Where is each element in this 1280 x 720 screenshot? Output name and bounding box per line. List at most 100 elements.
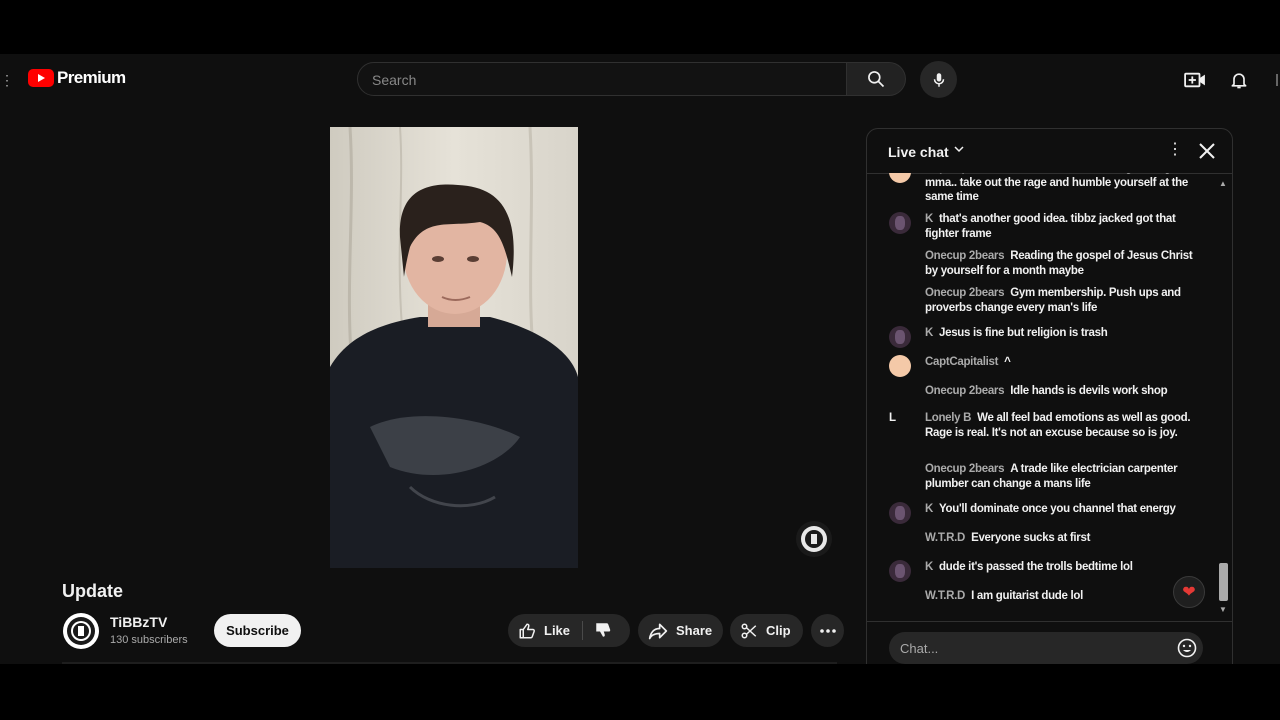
chat-message-text: You'll dominate once you channel that en…	[939, 503, 1176, 515]
chat-message-body: W.T.R.D I am guitarist dude lol	[925, 589, 1207, 604]
chat-message-body: K Jesus is fine but religion is trash	[925, 326, 1207, 341]
chat-author-name[interactable]: K	[925, 327, 933, 339]
subscribe-button[interactable]: Subscribe	[214, 614, 301, 647]
chat-message[interactable]: CaptcapitalistHe could also start doing …	[889, 173, 1207, 205]
search-box[interactable]	[357, 62, 847, 97]
heart-reaction-button[interactable]: ❤	[1173, 576, 1205, 608]
chat-author-avatar[interactable]	[889, 560, 911, 582]
menu-edge-icon[interactable]: ⋮	[0, 73, 14, 87]
chat-message[interactable]: W.T.R.D Everyone sucks at first	[889, 531, 1207, 546]
chat-author-name[interactable]: Captcapitalist	[925, 173, 997, 174]
chat-message-body: Kthat's another good idea. tibbz jacked …	[925, 212, 1207, 241]
chat-author-name[interactable]: W.T.R.D	[925, 532, 965, 544]
content-divider	[62, 662, 837, 664]
chevron-down-icon[interactable]	[953, 143, 965, 158]
chat-author-name[interactable]: Onecup 2bears	[925, 385, 1005, 397]
chat-message[interactable]: Onecup 2bears A trade like electrician ca…	[889, 462, 1207, 491]
chat-message-list[interactable]: CaptcapitalistHe could also start doing …	[867, 173, 1217, 621]
chat-author-avatar[interactable]: L	[889, 411, 911, 433]
chat-message[interactable]: Onecup 2bears Gym membership. Push ups an…	[889, 286, 1207, 315]
channel-name[interactable]: TiBBzTV	[110, 614, 167, 630]
chat-message-text: ^	[1004, 356, 1011, 368]
chat-message[interactable]: CaptCapitalist ^	[889, 355, 1207, 377]
channel-watermark-icon[interactable]	[796, 521, 832, 557]
channel-logo-icon	[67, 617, 95, 645]
share-label: Share	[676, 623, 713, 638]
share-button[interactable]: Share	[638, 614, 723, 647]
chat-author-avatar[interactable]	[889, 384, 911, 406]
chat-message[interactable]: Onecup 2bears Reading the gospel of Jesus…	[889, 249, 1207, 278]
chat-message[interactable]: W.T.R.D I am guitarist dude lol	[889, 589, 1207, 604]
more-actions-button[interactable]	[811, 614, 844, 647]
chat-message[interactable]: Onecup 2bears Idle hands is devils work s…	[889, 384, 1207, 399]
youtube-logo[interactable]: Premium	[28, 68, 126, 88]
chat-author-name[interactable]: Lonely B	[925, 412, 971, 424]
chat-author-name[interactable]: K	[925, 503, 933, 515]
video-frame[interactable]	[330, 127, 578, 568]
chat-scrollbar[interactable]	[1219, 563, 1228, 601]
chat-author-avatar[interactable]	[889, 173, 911, 183]
clip-label: Clip	[766, 623, 791, 638]
more-horizontal-icon	[819, 628, 836, 633]
like-button[interactable]: Like	[518, 622, 570, 640]
chat-author-name[interactable]: W.T.R.D	[925, 590, 965, 602]
chat-author-avatar[interactable]	[889, 249, 911, 271]
chat-close-button[interactable]	[1197, 141, 1217, 161]
chat-message[interactable]: K You'll dominate once you channel that e…	[889, 502, 1207, 524]
chat-author-name[interactable]: Onecup 2bears	[925, 463, 1005, 475]
chat-author-name[interactable]: K	[925, 213, 933, 225]
emoji-icon[interactable]	[1176, 637, 1198, 659]
voice-search-button[interactable]	[920, 61, 957, 98]
chat-message-text: He could also start doing boxing or mma.…	[925, 173, 1188, 203]
scroll-down-icon[interactable]: ▼	[1219, 605, 1227, 614]
kebab-menu-icon[interactable]: ⋮	[1167, 142, 1183, 158]
chat-message-text: that's another good idea. tibbz jacked g…	[925, 213, 1176, 240]
chat-author-name[interactable]: Onecup 2bears	[925, 287, 1005, 299]
chat-mode-selector[interactable]: Live chat	[888, 144, 949, 160]
chat-author-name[interactable]: Onecup 2bears	[925, 250, 1005, 262]
like-divider	[582, 621, 583, 640]
chat-message-text: dude it's passed the trolls bedtime lol	[939, 561, 1133, 573]
search-button[interactable]	[847, 62, 906, 96]
chat-author-avatar[interactable]	[889, 326, 911, 348]
chat-author-avatar[interactable]	[889, 462, 911, 484]
chat-author-name[interactable]: CaptCapitalist	[925, 356, 998, 368]
chat-message-body: Onecup 2bears Reading the gospel of Jesus…	[925, 249, 1207, 278]
chat-message-body: CaptcapitalistHe could also start doing …	[925, 173, 1207, 205]
create-video-icon	[1184, 72, 1205, 88]
chat-author-name[interactable]: K	[925, 561, 933, 573]
chat-message[interactable]: K Jesus is fine but religion is trash	[889, 326, 1207, 348]
youtube-window: ⋮ Premium Search Update TiBBzTV 130 subs…	[0, 54, 1280, 664]
share-arrow-icon	[648, 622, 668, 639]
bell-icon	[1231, 73, 1247, 89]
search-input[interactable]	[358, 63, 834, 97]
chat-author-avatar[interactable]	[889, 286, 911, 308]
like-dislike-group: Like	[508, 614, 630, 647]
chat-message-body: Kdude it's passed the trolls bedtime lol	[925, 560, 1207, 575]
dislike-button[interactable]	[594, 621, 612, 642]
clip-button[interactable]: Clip	[730, 614, 803, 647]
chat-author-avatar[interactable]	[889, 531, 911, 553]
chat-message-text: Everyone sucks at first	[971, 532, 1091, 544]
chat-input-box[interactable]	[889, 632, 1203, 664]
chat-message-body: CaptCapitalist ^	[925, 355, 1207, 370]
live-chat-panel: Live chat ⋮ CaptcapitalistHe could also …	[866, 128, 1233, 664]
chat-author-avatar[interactable]	[889, 502, 911, 524]
create-button[interactable]	[1183, 69, 1207, 91]
chat-author-avatar[interactable]	[889, 589, 911, 611]
chat-message[interactable]: L Lonely B We all feel bad emotions as wel…	[889, 411, 1207, 440]
chat-message-text: I am guitarist dude lol	[971, 590, 1084, 602]
chat-message[interactable]: Kthat's another good idea. tibbz jacked …	[889, 212, 1207, 241]
chat-message-body: Lonely B We all feel bad emotions as well…	[925, 411, 1207, 440]
scissors-icon	[741, 623, 757, 638]
chat-message[interactable]: Kdude it's passed the trolls bedtime lol	[889, 560, 1207, 582]
chat-input[interactable]	[889, 632, 1162, 664]
scroll-up-icon[interactable]: ▲	[1219, 179, 1227, 188]
chat-message-body: K You'll dominate once you channel that e…	[925, 502, 1207, 517]
notifications-button[interactable]	[1228, 69, 1250, 91]
search-icon	[868, 71, 885, 88]
chat-message-body: Onecup 2bears Gym membership. Push ups an…	[925, 286, 1207, 315]
chat-author-avatar[interactable]	[889, 212, 911, 234]
channel-avatar[interactable]	[63, 613, 99, 649]
chat-author-avatar[interactable]	[889, 355, 911, 377]
